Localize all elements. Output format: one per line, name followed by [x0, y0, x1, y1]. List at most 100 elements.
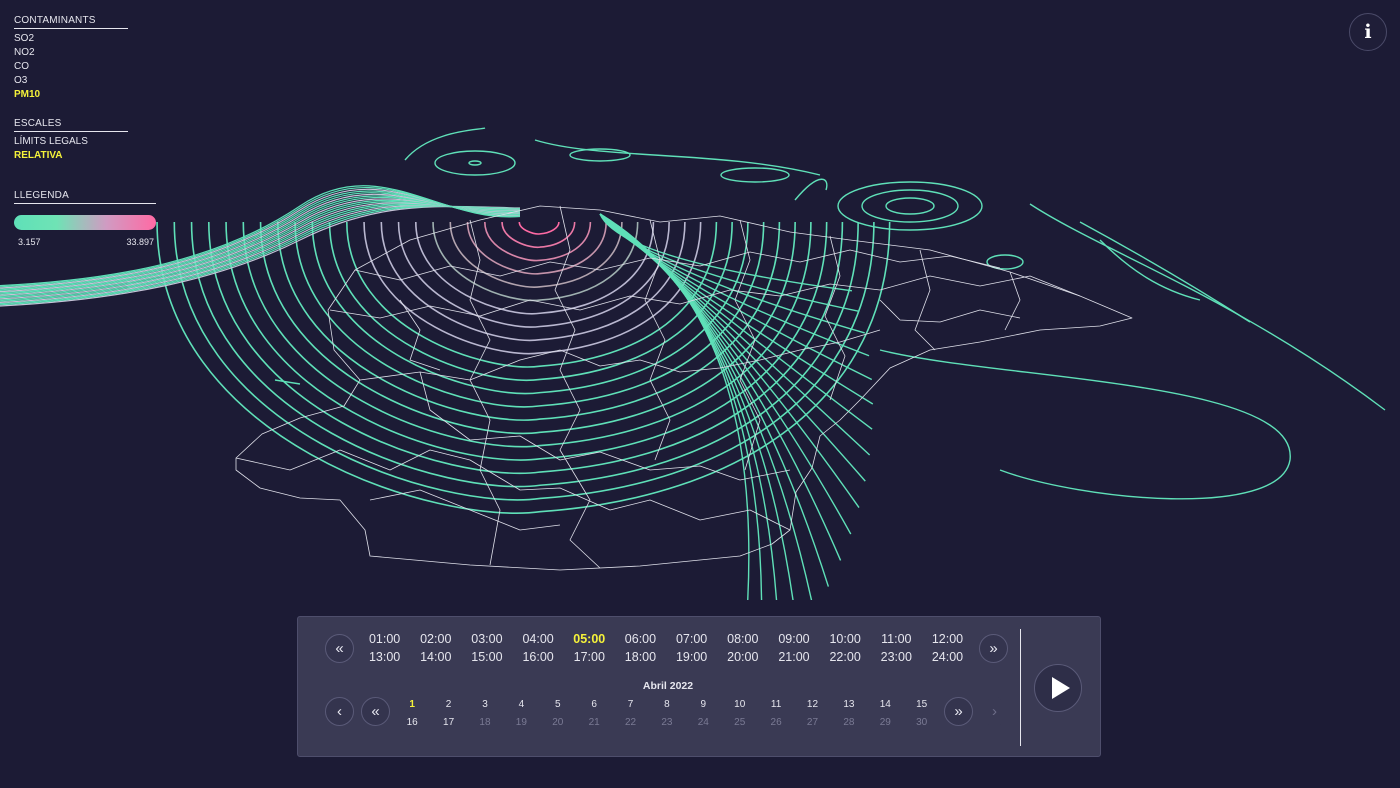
day-option[interactable]: 3: [467, 696, 503, 714]
next-days-button[interactable]: »: [944, 697, 973, 726]
pollutant-option-no2[interactable]: NO2: [14, 46, 128, 60]
hour-option[interactable]: 22:00: [820, 648, 871, 666]
day-option[interactable]: 16: [394, 714, 430, 732]
day-option[interactable]: 22: [612, 714, 648, 732]
pollutant-option-so2[interactable]: SO2: [14, 32, 128, 46]
info-icon: i: [1364, 21, 1372, 43]
day-selector: 1 16 2 17 3 18 4 19 5 20 6 21 7 22 8 23 9 24 10 25 11 26 12 27 1…: [394, 696, 941, 732]
hour-option[interactable]: 05:00: [564, 630, 615, 648]
hour-option[interactable]: 12:00: [922, 630, 973, 648]
double-chevron-left-icon: «: [335, 640, 344, 657]
isoline: [885, 197, 935, 215]
pollutant-option-o3[interactable]: O3: [14, 74, 128, 88]
hour-option[interactable]: 13:00: [359, 648, 410, 666]
day-option[interactable]: 27: [794, 714, 830, 732]
region-line: [879, 299, 1021, 323]
double-chevron-right-icon: »: [989, 640, 998, 657]
day-option[interactable]: 20: [540, 714, 576, 732]
day-option[interactable]: 13: [831, 696, 867, 714]
day-option[interactable]: 1: [394, 696, 430, 714]
scale-option-relative[interactable]: RELATIVA: [14, 149, 128, 163]
day-column: 6 21: [576, 696, 612, 732]
day-column: 10 25: [722, 696, 758, 732]
hour-option[interactable]: 17:00: [564, 648, 615, 666]
day-column: 12 27: [794, 696, 830, 732]
hour-column: 12:00 24:00: [922, 630, 973, 666]
hour-option[interactable]: 06:00: [615, 630, 666, 648]
day-option[interactable]: 14: [867, 696, 903, 714]
day-column: 15 30: [903, 696, 939, 732]
hour-option[interactable]: 19:00: [666, 648, 717, 666]
day-option[interactable]: 24: [685, 714, 721, 732]
day-option[interactable]: 25: [722, 714, 758, 732]
isoline: [468, 160, 482, 166]
day-option[interactable]: 10: [722, 696, 758, 714]
double-chevron-left-icon: «: [371, 703, 380, 720]
isoline: [173, 221, 875, 501]
isoline: [794, 178, 828, 201]
hour-option[interactable]: 03:00: [461, 630, 512, 648]
hour-option[interactable]: 07:00: [666, 630, 717, 648]
hour-option[interactable]: 04:00: [513, 630, 564, 648]
double-chevron-right-icon: »: [954, 703, 963, 720]
next-month-button[interactable]: ›: [980, 697, 1009, 726]
isoline: [274, 379, 301, 385]
day-option[interactable]: 17: [430, 714, 466, 732]
hour-option[interactable]: 24:00: [922, 648, 973, 666]
day-option[interactable]: 7: [612, 696, 648, 714]
pollution-map[interactable]: [0, 0, 1400, 600]
day-option[interactable]: 28: [831, 714, 867, 732]
region-line: [359, 329, 881, 381]
day-option[interactable]: 30: [903, 714, 939, 732]
day-option[interactable]: 15: [903, 696, 939, 714]
day-option[interactable]: 4: [503, 696, 539, 714]
hour-option[interactable]: 16:00: [513, 648, 564, 666]
hour-option[interactable]: 02:00: [410, 630, 461, 648]
scale-option-legal-limits[interactable]: LÍMITS LEGALS: [14, 135, 128, 149]
hour-option[interactable]: 09:00: [768, 630, 819, 648]
pollutant-option-co[interactable]: CO: [14, 60, 128, 74]
time-controls: « 01:00 13:00 02:00 14:00 03:00 15:00 04:00 16:…: [297, 616, 1101, 757]
play-button[interactable]: [1034, 664, 1082, 712]
day-option[interactable]: 8: [649, 696, 685, 714]
hour-option[interactable]: 08:00: [717, 630, 768, 648]
day-option[interactable]: 2: [430, 696, 466, 714]
day-option[interactable]: 23: [649, 714, 685, 732]
day-option[interactable]: 6: [576, 696, 612, 714]
day-option[interactable]: 21: [576, 714, 612, 732]
hour-column: 04:00 16:00: [513, 630, 564, 666]
pollutant-option-pm10[interactable]: PM10: [14, 88, 128, 102]
day-option[interactable]: 18: [467, 714, 503, 732]
hour-option[interactable]: 15:00: [461, 648, 512, 666]
day-option[interactable]: 9: [685, 696, 721, 714]
info-button[interactable]: i: [1349, 13, 1387, 51]
hour-option[interactable]: 14:00: [410, 648, 461, 666]
hour-option[interactable]: 11:00: [871, 630, 922, 648]
hour-option[interactable]: 20:00: [717, 648, 768, 666]
day-option[interactable]: 11: [758, 696, 794, 714]
prev-hours-button[interactable]: «: [325, 634, 354, 663]
day-column: 11 26: [758, 696, 794, 732]
hour-option[interactable]: 21:00: [768, 648, 819, 666]
day-option[interactable]: 26: [758, 714, 794, 732]
day-option[interactable]: 29: [867, 714, 903, 732]
day-column: 8 23: [649, 696, 685, 732]
pollutant-selector: CONTAMINANTS SO2 NO2 CO O3 PM10: [14, 14, 128, 102]
day-column: 4 19: [503, 696, 539, 732]
hour-option[interactable]: 23:00: [871, 648, 922, 666]
day-option[interactable]: 12: [794, 696, 830, 714]
legend-min: 3.157: [18, 237, 41, 247]
prev-month-button[interactable]: ‹: [325, 697, 354, 726]
day-column: 5 20: [540, 696, 576, 732]
day-column: 3 18: [467, 696, 503, 732]
hour-option[interactable]: 10:00: [820, 630, 871, 648]
next-hours-button[interactable]: »: [979, 634, 1008, 663]
hour-option[interactable]: 01:00: [359, 630, 410, 648]
isoline: [599, 213, 870, 357]
day-option[interactable]: 19: [503, 714, 539, 732]
hour-column: 05:00 17:00: [564, 630, 615, 666]
hour-option[interactable]: 18:00: [615, 648, 666, 666]
day-column: 9 24: [685, 696, 721, 732]
prev-days-button[interactable]: «: [361, 697, 390, 726]
day-option[interactable]: 5: [540, 696, 576, 714]
